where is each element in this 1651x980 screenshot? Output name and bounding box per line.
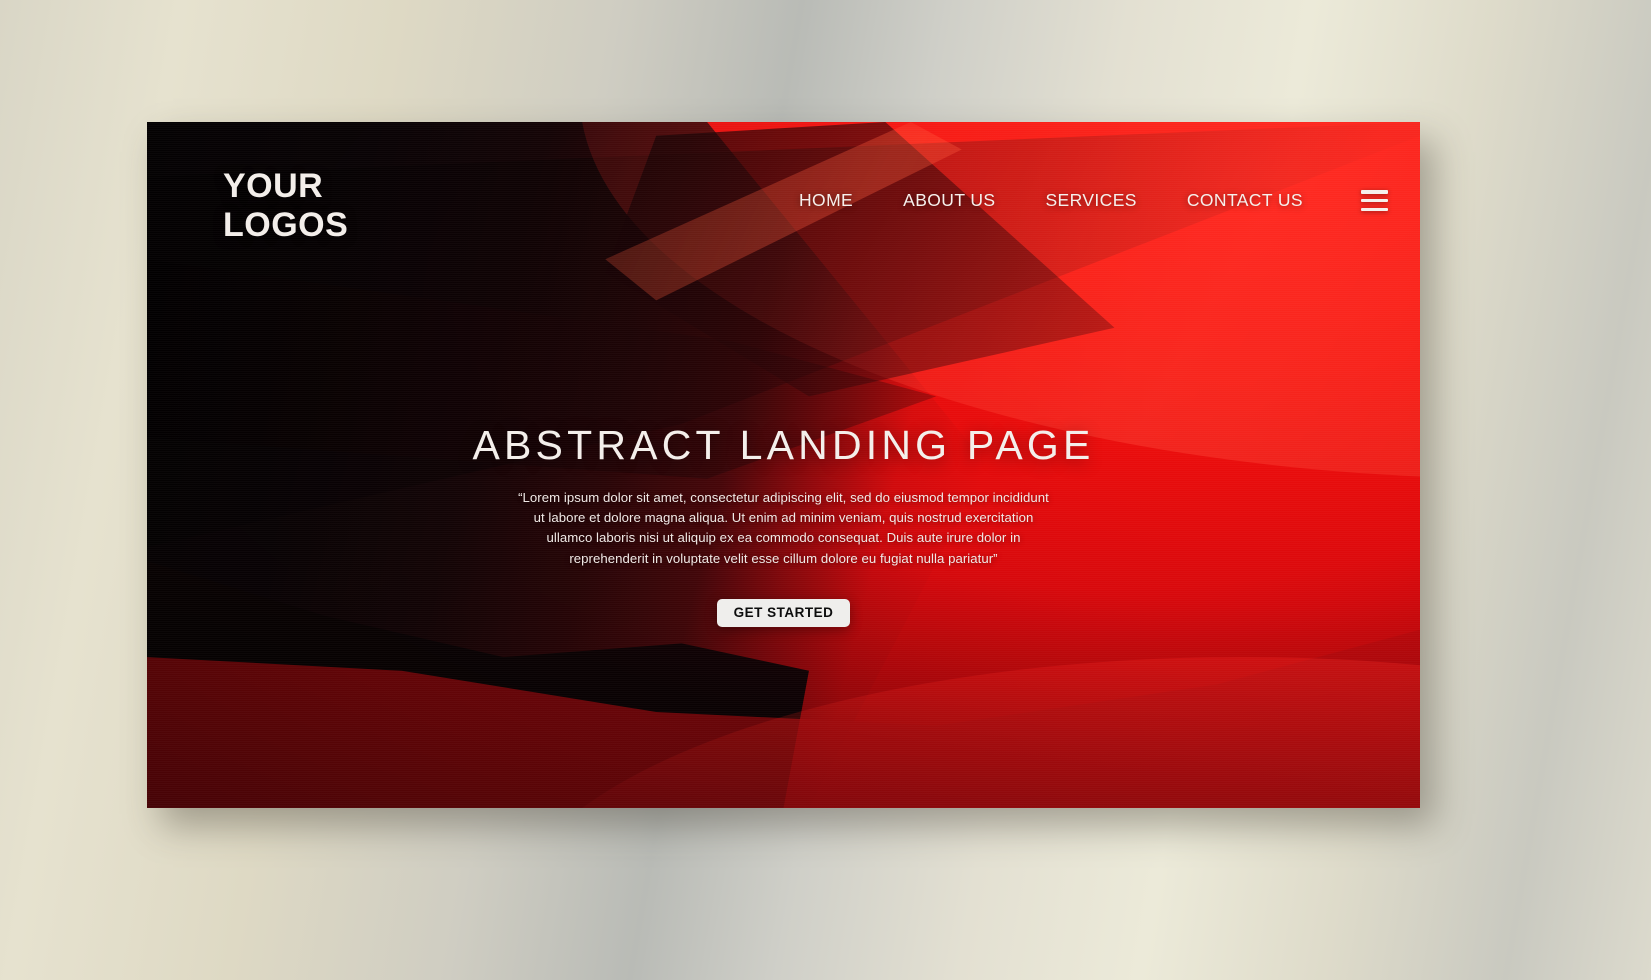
nav-item-contact-us[interactable]: CONTACT US (1187, 190, 1303, 211)
hamburger-icon[interactable] (1361, 190, 1388, 211)
nav-item-home[interactable]: HOME (799, 190, 853, 211)
hamburger-bar-top (1361, 190, 1388, 194)
hamburger-bar-middle (1361, 198, 1388, 203)
landing-page-mockup: YOUR LOGOS HOME ABOUT US SERVICES CONTAC… (147, 122, 1420, 808)
main-navigation: HOME ABOUT US SERVICES CONTACT US (799, 190, 1388, 211)
nav-item-services[interactable]: SERVICES (1045, 190, 1136, 211)
hero-headline: ABSTRACT LANDING PAGE (472, 422, 1095, 468)
hamburger-bar-bottom (1361, 207, 1388, 211)
nav-item-about-us[interactable]: ABOUT US (903, 190, 995, 211)
brand-logo[interactable]: YOUR LOGOS (223, 167, 348, 245)
get-started-button[interactable]: GET STARTED (716, 598, 851, 627)
page-content: YOUR LOGOS HOME ABOUT US SERVICES CONTAC… (147, 122, 1420, 808)
hero-section: ABSTRACT LANDING PAGE “Lorem ipsum dolor… (147, 422, 1420, 627)
cta-container: GET STARTED (147, 598, 1420, 627)
hero-paragraph: “Lorem ipsum dolor sit amet, consectetur… (518, 490, 1049, 566)
